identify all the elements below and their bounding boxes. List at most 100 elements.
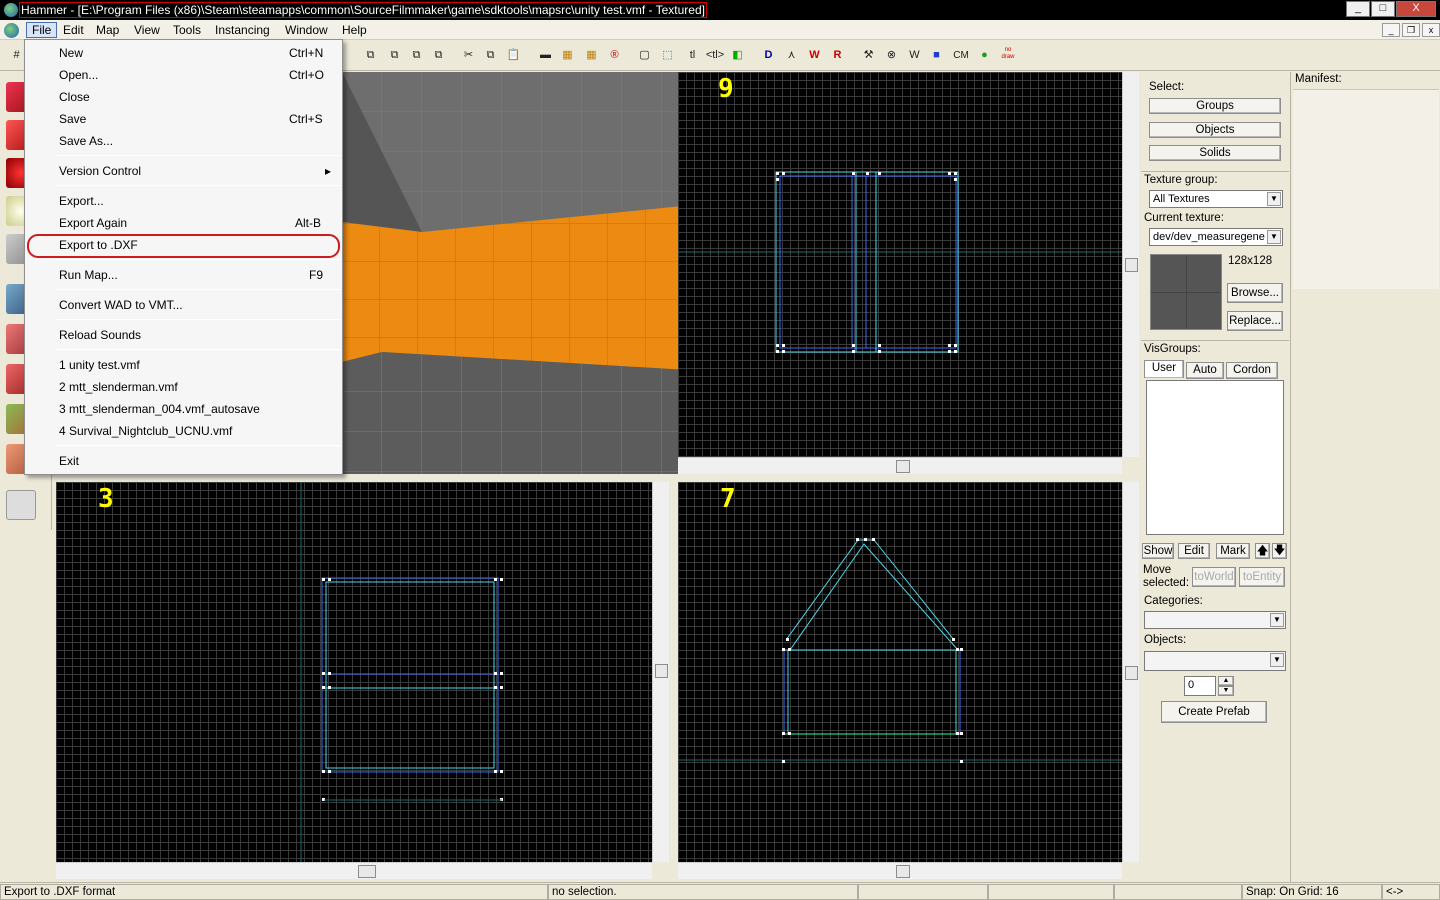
grid-icon[interactable]: # (8, 47, 25, 64)
chevron-down-icon[interactable]: ▼ (1267, 192, 1281, 206)
current-texture-select[interactable]: dev/dev_measuregene ▼ (1149, 228, 1283, 246)
show-icon[interactable]: ⧉ (430, 47, 447, 64)
cordon-icon[interactable]: ⊗ (883, 47, 900, 64)
tool-icon[interactable]: ⚒ (860, 47, 877, 64)
move-up-icon[interactable]: 🡅 (1255, 543, 1270, 559)
maximize-button[interactable]: □ (1371, 1, 1395, 17)
top-2d-viewport[interactable]: 9 (678, 72, 1122, 457)
side-2d-viewport[interactable]: 7 (678, 482, 1122, 862)
blue-block-icon[interactable]: ■ (928, 47, 945, 64)
top-view-hscrollbar[interactable] (678, 457, 1122, 474)
scroll-thumb[interactable] (1125, 258, 1138, 272)
menu-view[interactable]: View (129, 22, 165, 38)
menu-edit[interactable]: Edit (58, 22, 89, 38)
menu-item-export[interactable]: Export... (27, 190, 340, 212)
menu-item-run-map[interactable]: Run Map... F9 (27, 264, 340, 286)
hide-icon[interactable]: ⧉ (408, 47, 425, 64)
select-dotted-icon[interactable]: ⬚ (659, 47, 676, 64)
show-button[interactable]: Show (1142, 543, 1174, 559)
menu-window[interactable]: Window (280, 22, 333, 38)
carve-icon[interactable]: ▬ (537, 47, 554, 64)
menu-item-open[interactable]: Open... Ctrl+O (27, 64, 340, 86)
tl-arrows-icon[interactable]: <tl> (704, 47, 726, 64)
browse-button[interactable]: Browse... (1227, 283, 1283, 303)
menu-item-recent-1[interactable]: 1 unity test.vmf (27, 354, 340, 376)
helper-r-icon[interactable]: R (829, 47, 846, 64)
wireframe-icon[interactable]: W (906, 47, 923, 64)
menu-item-close[interactable]: Close (27, 86, 340, 108)
spin-up-icon[interactable]: ▲ (1218, 676, 1234, 686)
mdi-restore-button[interactable]: ❐ (1402, 23, 1420, 37)
menu-file[interactable]: File (26, 22, 58, 38)
paste-icon[interactable]: 📋 (505, 47, 522, 64)
mdi-close-button[interactable]: x (1422, 23, 1440, 37)
chevron-down-icon[interactable]: ▼ (1270, 653, 1284, 667)
document-icon[interactable] (4, 23, 19, 38)
menu-map[interactable]: Map (91, 22, 124, 38)
model-icon[interactable]: ⋏ (783, 47, 800, 64)
menu-item-recent-2[interactable]: 2 mtt_slenderman.vmf (27, 376, 340, 398)
texture-preview[interactable] (1150, 254, 1222, 330)
menu-help[interactable]: Help (337, 22, 372, 38)
scroll-thumb[interactable] (1125, 666, 1138, 680)
menu-item-save-as[interactable]: Save As... (27, 130, 340, 152)
tl-icon[interactable]: tl (684, 47, 701, 64)
menu-item-new[interactable]: New Ctrl+N (27, 42, 340, 64)
menu-instancing[interactable]: Instancing (210, 22, 275, 38)
group-icon[interactable]: ⧉ (362, 47, 379, 64)
menu-item-recent-3[interactable]: 3 mtt_slenderman_004.vmf_autosave (27, 398, 340, 420)
front-view-vscrollbar[interactable] (652, 482, 669, 862)
cm-icon[interactable]: CM (950, 47, 972, 64)
nodraw-icon[interactable]: no draw (998, 47, 1018, 64)
menu-item-save[interactable]: Save Ctrl+S (27, 108, 340, 130)
copy-icon[interactable]: ⧉ (482, 47, 499, 64)
mdi-minimize-button[interactable]: _ (1382, 23, 1400, 37)
chevron-down-icon[interactable]: ▼ (1267, 230, 1281, 244)
helper-d-icon[interactable]: D (760, 47, 777, 64)
texture-group-select[interactable]: All Textures ▼ (1149, 190, 1283, 208)
scroll-thumb[interactable] (896, 460, 910, 473)
menu-item-convert-wad[interactable]: Convert WAD to VMT... (27, 294, 340, 316)
vertex-tool-icon[interactable] (6, 490, 36, 520)
ungroup-icon[interactable]: ⧉ (386, 47, 403, 64)
select-box-icon[interactable]: ▢ (636, 47, 653, 64)
minimize-button[interactable]: _ (1346, 1, 1370, 17)
move-down-icon[interactable]: 🡇 (1272, 543, 1287, 559)
mark-button[interactable]: Mark (1216, 543, 1250, 559)
select-objects-button[interactable]: Objects (1149, 122, 1281, 138)
manifest-list[interactable] (1293, 89, 1439, 289)
front-view-hscrollbar[interactable] (56, 862, 652, 879)
helper-w-icon[interactable]: W (806, 47, 823, 64)
scroll-thumb[interactable] (655, 664, 668, 678)
texture-scale-lock-icon[interactable]: ▦ (583, 47, 600, 64)
tab-cordon[interactable]: Cordon (1226, 362, 1278, 379)
side-view-vscrollbar[interactable] (1122, 482, 1139, 862)
menu-tools[interactable]: Tools (168, 22, 206, 38)
menu-item-recent-4[interactable]: 4 Survival_Nightclub_UCNU.vmf (27, 420, 340, 442)
create-prefab-button[interactable]: Create Prefab (1161, 701, 1267, 723)
replace-button[interactable]: Replace... (1227, 311, 1283, 331)
categories-select[interactable]: ▼ (1144, 611, 1286, 629)
flip-icon[interactable]: ◧ (729, 47, 746, 64)
texture-lock-icon[interactable]: ▦ (559, 47, 576, 64)
side-view-hscrollbar[interactable] (678, 862, 1122, 879)
count-input[interactable]: 0 (1184, 676, 1216, 696)
register-icon[interactable]: ® (606, 47, 623, 64)
chevron-down-icon[interactable]: ▼ (1270, 613, 1284, 627)
menu-item-exit[interactable]: Exit (27, 450, 340, 472)
visgroups-list[interactable] (1146, 380, 1284, 535)
edit-button[interactable]: Edit (1178, 543, 1210, 559)
to-world-button[interactable]: toWorld (1192, 567, 1236, 587)
menu-item-export-again[interactable]: Export Again Alt-B (27, 212, 340, 234)
camera-3d-viewport[interactable] (342, 72, 722, 474)
tab-user[interactable]: User (1144, 360, 1184, 378)
scroll-thumb[interactable] (358, 865, 376, 878)
green-ball-icon[interactable]: ● (976, 47, 993, 64)
menu-item-version-control[interactable]: Version Control ▸ (27, 160, 340, 182)
hammer-app-icon[interactable] (4, 3, 18, 17)
top-view-vscrollbar[interactable] (1122, 72, 1139, 457)
tab-auto[interactable]: Auto (1186, 362, 1224, 379)
to-entity-button[interactable]: toEntity (1239, 567, 1285, 587)
select-groups-button[interactable]: Groups (1149, 98, 1281, 114)
select-solids-button[interactable]: Solids (1149, 145, 1281, 161)
